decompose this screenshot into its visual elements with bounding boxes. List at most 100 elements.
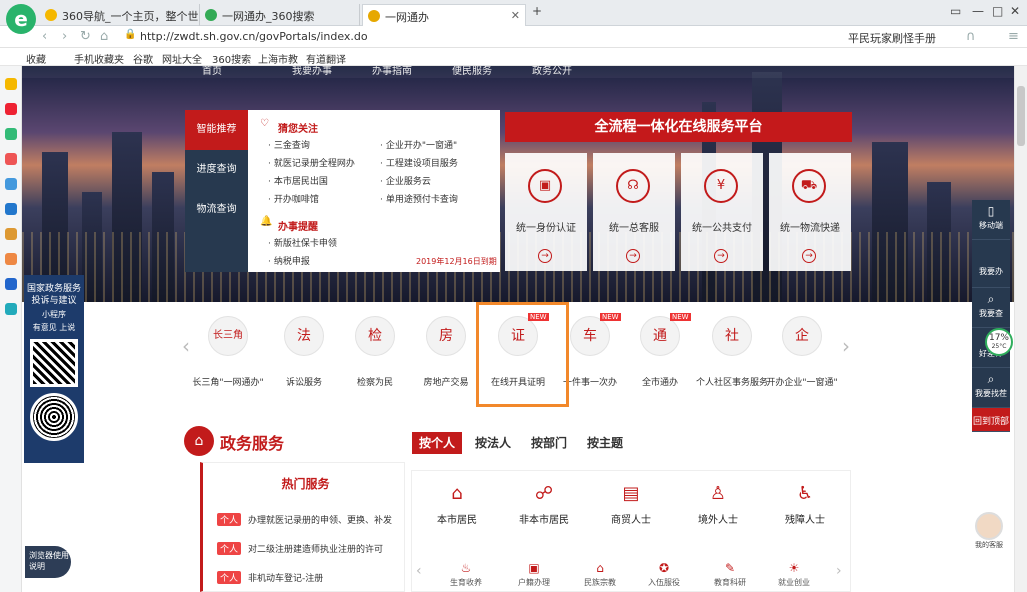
subcat-item[interactable]: ✎ 教育科研 bbox=[700, 561, 760, 588]
focus-link[interactable]: 本市居民出国 bbox=[268, 174, 328, 187]
service-citywide[interactable]: 通 NEW 全市通办 bbox=[624, 313, 696, 388]
tab-yiwangtongban[interactable]: 一网通办 ✕ bbox=[362, 4, 526, 26]
top-nav-item[interactable]: 我要办事 bbox=[292, 66, 332, 77]
hot-item[interactable]: 个人 非机动车登记-注册 bbox=[217, 571, 323, 584]
focus-link[interactable]: 工程建设项目服务 bbox=[380, 156, 458, 169]
speed-widget[interactable]: 17% 25°C bbox=[985, 328, 1013, 356]
refresh-icon[interactable]: ↻ bbox=[80, 29, 91, 44]
card-unified-auth[interactable]: ▣ 统一身份认证 → bbox=[505, 153, 587, 271]
new-tab-button[interactable]: + bbox=[532, 4, 542, 18]
person-nonlocal[interactable]: ☍ 非本市居民 bbox=[501, 483, 587, 526]
minimize-icon[interactable]: — bbox=[972, 4, 984, 18]
carousel-next-icon[interactable]: › bbox=[842, 334, 850, 358]
service-community[interactable]: 社 个人社区事务服务 bbox=[696, 316, 768, 388]
grid-prev-icon[interactable]: ‹ bbox=[416, 563, 422, 579]
focus-link[interactable]: 企业服务云 bbox=[380, 174, 431, 187]
focus-link[interactable]: 单用途预付卡查询 bbox=[380, 192, 458, 205]
focus-link[interactable]: 开办咖啡馆 bbox=[268, 192, 319, 205]
carousel-prev-icon[interactable]: ‹ bbox=[182, 334, 190, 358]
bookmark-item[interactable]: 上海市教 bbox=[258, 51, 298, 66]
nav-progress-query[interactable]: 进度查询 bbox=[185, 150, 248, 190]
hot-item[interactable]: 个人 对二级注册建造师执业注册的许可 bbox=[217, 542, 383, 555]
focus-link[interactable]: 三金查询 bbox=[268, 138, 310, 151]
person-foreign[interactable]: ♙ 境外人士 bbox=[675, 483, 761, 526]
subcat-item[interactable]: ✪ 入伍服役 bbox=[634, 561, 694, 588]
subcat-item[interactable]: ♨ 生育收养 bbox=[436, 561, 496, 588]
service-business-window[interactable]: 企 开办企业"一窗通" bbox=[766, 316, 838, 388]
nav-logistics-query[interactable]: 物流查询 bbox=[185, 190, 248, 230]
bookmark-item[interactable]: 360搜索 bbox=[212, 51, 251, 66]
hot-item[interactable]: 个人 办理就医记录册的申领、更换、补发 bbox=[217, 513, 392, 526]
arrow-right-icon[interactable]: → bbox=[538, 249, 552, 263]
subcat-item[interactable]: ▣ 户籍办理 bbox=[504, 561, 564, 588]
reminder-link[interactable]: 纳税申报 bbox=[268, 254, 310, 267]
top-nav-item[interactable]: 首页 bbox=[202, 66, 222, 77]
arrow-right-icon[interactable]: → bbox=[626, 249, 640, 263]
tab-360-search[interactable]: 一网通办_360搜索 bbox=[200, 4, 360, 26]
top-nav-item[interactable]: 办事指南 bbox=[372, 66, 412, 77]
scroll-thumb[interactable] bbox=[1017, 86, 1025, 146]
qr-promo[interactable]: 国家政务服务投诉与建议 小程序 有意见 上说 bbox=[24, 275, 84, 463]
tab-by-topic[interactable]: 按主题 bbox=[580, 432, 630, 454]
tab-by-person[interactable]: 按个人 bbox=[412, 432, 462, 454]
bookmark-item[interactable]: 收藏 bbox=[26, 51, 46, 66]
card-unified-pay[interactable]: ¥ 统一公共支付 → bbox=[681, 153, 763, 271]
back-to-top-button[interactable]: 回到顶部 bbox=[972, 408, 1010, 432]
bookmark-item[interactable]: 手机收藏夹 bbox=[74, 51, 124, 66]
person-local[interactable]: ⌂ 本市居民 bbox=[414, 483, 500, 526]
tab-by-legal[interactable]: 按法人 bbox=[468, 432, 518, 454]
close-window-icon[interactable]: ✕ bbox=[1010, 4, 1020, 18]
browser-logo-icon[interactable]: e bbox=[6, 4, 36, 34]
maximize-icon[interactable]: □ bbox=[992, 4, 1003, 18]
service-real-estate[interactable]: 房 房地产交易 bbox=[410, 316, 482, 388]
bookmark-item[interactable]: 有道翻译 bbox=[306, 51, 346, 66]
weibo-icon[interactable] bbox=[4, 103, 17, 115]
extension-icon[interactable]: ∩ bbox=[966, 29, 976, 44]
search-box[interactable]: 平民玩家刷怪手册 bbox=[848, 30, 936, 46]
person-disabled[interactable]: ♿ 残障人士 bbox=[762, 483, 848, 526]
do-button[interactable]: 我要办 bbox=[972, 240, 1010, 288]
person-business[interactable]: ▤ 商贸人士 bbox=[588, 483, 674, 526]
top-nav-item[interactable]: 便民服务 bbox=[452, 66, 492, 77]
pay-icon[interactable] bbox=[4, 303, 17, 315]
query-button[interactable]: ⌕ 我要查 bbox=[972, 288, 1010, 328]
focus-link[interactable]: 就医记录册全程网办 bbox=[268, 156, 355, 169]
forward-icon[interactable]: › bbox=[62, 29, 67, 44]
bookmark-item[interactable]: 谷歌 bbox=[133, 51, 153, 66]
arrow-right-icon[interactable]: → bbox=[714, 249, 728, 263]
shop-icon[interactable] bbox=[4, 253, 17, 265]
arrow-right-icon[interactable]: → bbox=[802, 249, 816, 263]
mobile-button[interactable]: ▯ 移动端 bbox=[972, 200, 1010, 240]
restore-icon[interactable]: ▭ bbox=[950, 4, 961, 18]
mail-icon[interactable] bbox=[4, 128, 17, 140]
back-icon[interactable]: ‹ bbox=[42, 29, 47, 44]
service-yrd[interactable]: 长三角 长三角"一网通办" bbox=[192, 316, 264, 388]
report-button[interactable]: ⌕ 我要找茬 bbox=[972, 368, 1010, 408]
bookmark-item[interactable]: 网址大全 bbox=[162, 51, 202, 66]
photo-icon[interactable] bbox=[4, 278, 17, 290]
top-nav-item[interactable]: 政务公开 bbox=[532, 66, 572, 77]
card-unified-service[interactable]: ☊ 统一总客服 → bbox=[593, 153, 675, 271]
game-icon[interactable] bbox=[4, 228, 17, 240]
customer-service[interactable]: 我的客服 bbox=[975, 512, 1003, 550]
browser-guide-button[interactable]: 浏览器使用说明 bbox=[25, 546, 71, 578]
menu-icon[interactable]: ≡ bbox=[1008, 29, 1019, 44]
subcat-item[interactable]: ☀ 就业创业 bbox=[764, 561, 824, 588]
nav-smart-recommend[interactable]: 智能推荐 bbox=[185, 110, 248, 150]
close-tab-icon[interactable]: ✕ bbox=[511, 9, 520, 22]
favorites-icon[interactable] bbox=[4, 78, 17, 90]
chat-icon[interactable] bbox=[4, 203, 17, 215]
url-field[interactable]: http://zwdt.sh.gov.cn/govPortals/index.d… bbox=[140, 30, 368, 43]
doc-icon[interactable] bbox=[4, 178, 17, 190]
service-litigation[interactable]: 法 诉讼服务 bbox=[268, 316, 340, 388]
subcat-item[interactable]: ⌂ 民族宗教 bbox=[570, 561, 630, 588]
scrollbar[interactable] bbox=[1014, 66, 1027, 592]
service-procuratorate[interactable]: 检 检察为民 bbox=[339, 316, 411, 388]
card-unified-logistics[interactable]: ⛟ 统一物流快递 → bbox=[769, 153, 851, 271]
tab-by-department[interactable]: 按部门 bbox=[524, 432, 574, 454]
focus-link[interactable]: 企业开办"一窗通" bbox=[380, 138, 457, 151]
home-icon[interactable]: ⌂ bbox=[100, 29, 108, 44]
grid-next-icon[interactable]: › bbox=[836, 563, 842, 579]
tab-360-nav[interactable]: 360导航_一个主页，整个世界 bbox=[40, 4, 200, 26]
app-icon[interactable] bbox=[4, 153, 17, 165]
